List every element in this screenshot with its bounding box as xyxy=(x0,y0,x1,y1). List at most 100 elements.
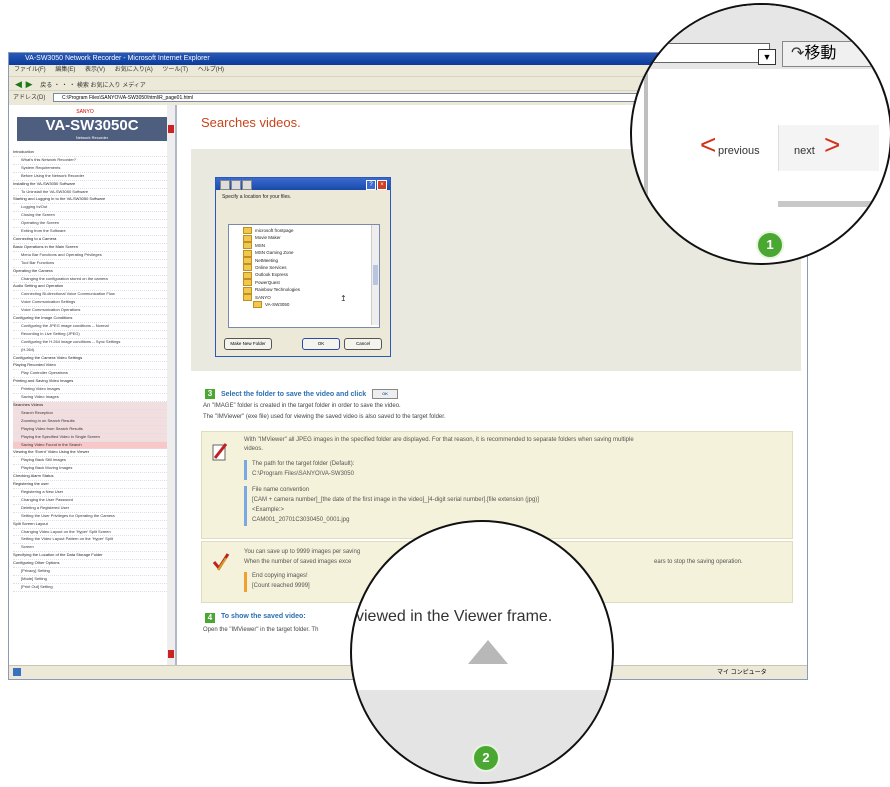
close-icon[interactable]: × xyxy=(377,180,387,190)
toc-item[interactable]: Closing the Screen xyxy=(13,212,171,221)
toc-item[interactable]: Screen xyxy=(13,544,171,553)
toc-item[interactable]: Playing the Specified Video in Single Sc… xyxy=(13,433,171,442)
address-input[interactable]: C:\Program Files\SANYO\VA-SW3050\html\R_… xyxy=(53,93,653,102)
toc-item[interactable]: Viewing the 'Event' Video Using the View… xyxy=(13,449,171,458)
toc-item[interactable]: Printing Video Images xyxy=(13,386,171,395)
tree-node[interactable]: Movie Maker xyxy=(233,234,369,242)
toc-item[interactable]: Split Screen Layout xyxy=(13,521,171,529)
menu-tools[interactable]: ツール(T) xyxy=(162,67,188,73)
ok-button[interactable]: OK xyxy=(302,338,340,350)
toc-item[interactable]: Installing the VA-SW3050 Software xyxy=(13,181,171,189)
dropdown-arrow-icon[interactable]: ▼ xyxy=(758,49,776,65)
toc-item[interactable]: Configuring the JPEG image conditions --… xyxy=(13,323,171,331)
go-button[interactable]: ↷移動 xyxy=(782,41,884,67)
toc-item[interactable]: Configuring the H.264 image conditions -… xyxy=(13,339,171,347)
toc-item[interactable]: Registering the user xyxy=(13,481,171,489)
toc-item[interactable]: Specifying the Location of the Data Stor… xyxy=(13,552,171,561)
tree-node[interactable]: Outlook Express xyxy=(233,271,369,279)
mouse-cursor-icon: ↥ xyxy=(340,294,347,303)
toc-item[interactable]: Configuring the Camera Video Settings xyxy=(13,355,171,363)
tree-node[interactable]: PowerQuest xyxy=(233,279,369,287)
toc-item[interactable]: Saving Video Found in the Search xyxy=(13,441,171,450)
toc-item[interactable]: Searches Videos xyxy=(13,402,171,410)
toc-item[interactable]: Starting and Logging In to the VA-SW3050… xyxy=(13,196,171,205)
menu-help[interactable]: ヘルプ(H) xyxy=(198,67,224,73)
tree-scrollbar[interactable] xyxy=(371,225,379,325)
toc-item[interactable]: Introduction xyxy=(13,149,171,157)
toc-item[interactable]: System Requirements xyxy=(13,165,171,173)
toc-item[interactable]: What's this Network Recorder? xyxy=(13,157,171,165)
tree-scroll-thumb[interactable] xyxy=(373,265,378,285)
previous-link[interactable]: previous xyxy=(718,145,760,157)
tree-node[interactable]: NetMeeting xyxy=(233,256,369,264)
toc-item[interactable]: Saving Video Images xyxy=(13,394,171,402)
tree-node[interactable]: Rainbow Technologies xyxy=(233,286,369,294)
toc-item[interactable]: Configuring Other Options xyxy=(13,560,171,569)
toc-item[interactable]: Playing Recorded Video xyxy=(13,362,171,371)
tree-node[interactable]: Online Services xyxy=(233,264,369,272)
toc-item[interactable]: Printing and Saving Video Images xyxy=(13,378,171,387)
toc-item[interactable]: Connecting to a Camera xyxy=(13,236,171,244)
toc-item[interactable]: Basic Operations in the Main Screen xyxy=(13,244,171,252)
folder-tree[interactable]: microsoft frontpage Movie Maker MSN MSN Gam… xyxy=(228,224,380,328)
toc-item[interactable]: Exiting from the Software xyxy=(13,228,171,236)
toc-item[interactable]: Deleting a Registered User xyxy=(13,505,171,513)
toc-item[interactable]: Setting the Video Layout Pattern on the … xyxy=(13,536,171,545)
tree-node[interactable]: MSN xyxy=(233,242,369,250)
toc-item[interactable]: [Print Out] Setting xyxy=(13,584,171,592)
menu-view[interactable]: 表示(V) xyxy=(85,67,105,73)
tree-node[interactable]: microsoft frontpage xyxy=(233,227,369,235)
toc-item[interactable]: Playing Back Moving Images xyxy=(13,465,171,474)
toc-item[interactable]: Registering a New User xyxy=(13,489,171,497)
menu-edit[interactable]: 編集(E) xyxy=(55,67,75,73)
tree-node[interactable]: MSN Gaming Zone xyxy=(233,249,369,257)
step3-line2: The "IMViewer" (exe file) used for viewi… xyxy=(203,414,446,420)
toc-item[interactable]: Setting the User Privileges for Operatin… xyxy=(13,513,171,521)
toc-item[interactable]: Changing Video Layout on the 'Hyper' Spl… xyxy=(13,529,171,537)
help-icon[interactable]: ? xyxy=(366,180,376,190)
menu-favorites[interactable]: お気に入り(A) xyxy=(115,67,153,73)
toc-item[interactable]: Play Controller Operations xyxy=(13,370,171,379)
scroll-thumb[interactable] xyxy=(168,125,174,133)
toc-item[interactable]: Search Reception xyxy=(13,409,171,418)
convention-value: [CAM + camera number]_[the date of the f… xyxy=(252,497,539,503)
back-arrow-icon[interactable]: ◀ xyxy=(15,79,22,89)
toc-item[interactable]: Voice Communication Operations xyxy=(13,307,171,316)
toc-item[interactable]: Playing Back Still Images xyxy=(13,457,171,466)
toc-item[interactable]: (H.264) xyxy=(13,347,171,355)
toc-item[interactable]: Operating the Screen xyxy=(13,220,171,229)
cancel-button[interactable]: Cancel xyxy=(344,338,382,350)
toc-item[interactable]: Connecting Bi-directional Voice Communic… xyxy=(13,291,171,300)
toc-item[interactable]: Voice Communication Settings xyxy=(13,299,171,308)
toc-item[interactable]: Audio Setting and Operation xyxy=(13,283,171,292)
tree-node-label: SANYO xyxy=(255,294,271,300)
toc-item[interactable]: [Privacy] Setting xyxy=(13,568,171,576)
next-link[interactable]: next xyxy=(794,145,815,157)
toc-item[interactable]: Zooming in on Search Results xyxy=(13,417,171,426)
toc-item[interactable]: Operating the Camera xyxy=(13,268,171,276)
forward-arrow-icon[interactable]: ▶ xyxy=(26,79,33,89)
next-chevron-icon[interactable]: > xyxy=(824,131,840,159)
dialog-prompt: Specify a location for your files. xyxy=(222,194,292,200)
step3-line1: An "IMAGE" folder is created in the targ… xyxy=(203,403,401,409)
previous-chevron-icon[interactable]: < xyxy=(700,131,716,159)
toc-item[interactable]: To Uninstall the VA-SW3050 Software xyxy=(13,189,171,197)
toc-item[interactable]: Logging In/Out xyxy=(13,204,171,213)
toc-item[interactable]: Menu Bar Functions and Operating Privile… xyxy=(13,252,171,260)
toc-item[interactable]: Changing the User Password xyxy=(13,497,171,505)
tree-node[interactable]: SANYO xyxy=(233,293,369,301)
menu-file[interactable]: ファイル(F) xyxy=(14,67,46,73)
scroll-down-icon[interactable] xyxy=(168,650,174,658)
toc-item[interactable]: Checking Alarm Status xyxy=(13,473,171,482)
make-new-folder-button[interactable]: Make New Folder xyxy=(224,338,272,350)
toc-item[interactable]: Configuring the Image Conditions xyxy=(13,315,171,323)
toc-item[interactable]: [Mode] Setting xyxy=(13,576,171,584)
toc-item[interactable]: Changing the configuration stored on the… xyxy=(13,276,171,284)
toc-item[interactable]: Recording in Live Setting (JPEG) xyxy=(13,331,171,339)
toc-item[interactable]: Before Using the Network Recorder xyxy=(13,173,171,181)
sidebar-scrollbar[interactable] xyxy=(167,105,175,665)
toc-item[interactable]: Playing Video from Search Results xyxy=(13,425,171,434)
zoom-address-field[interactable] xyxy=(632,43,770,63)
toc-item[interactable]: Tool Bar Functions xyxy=(13,260,171,268)
tree-node[interactable]: VA-SW3050 xyxy=(233,301,369,309)
